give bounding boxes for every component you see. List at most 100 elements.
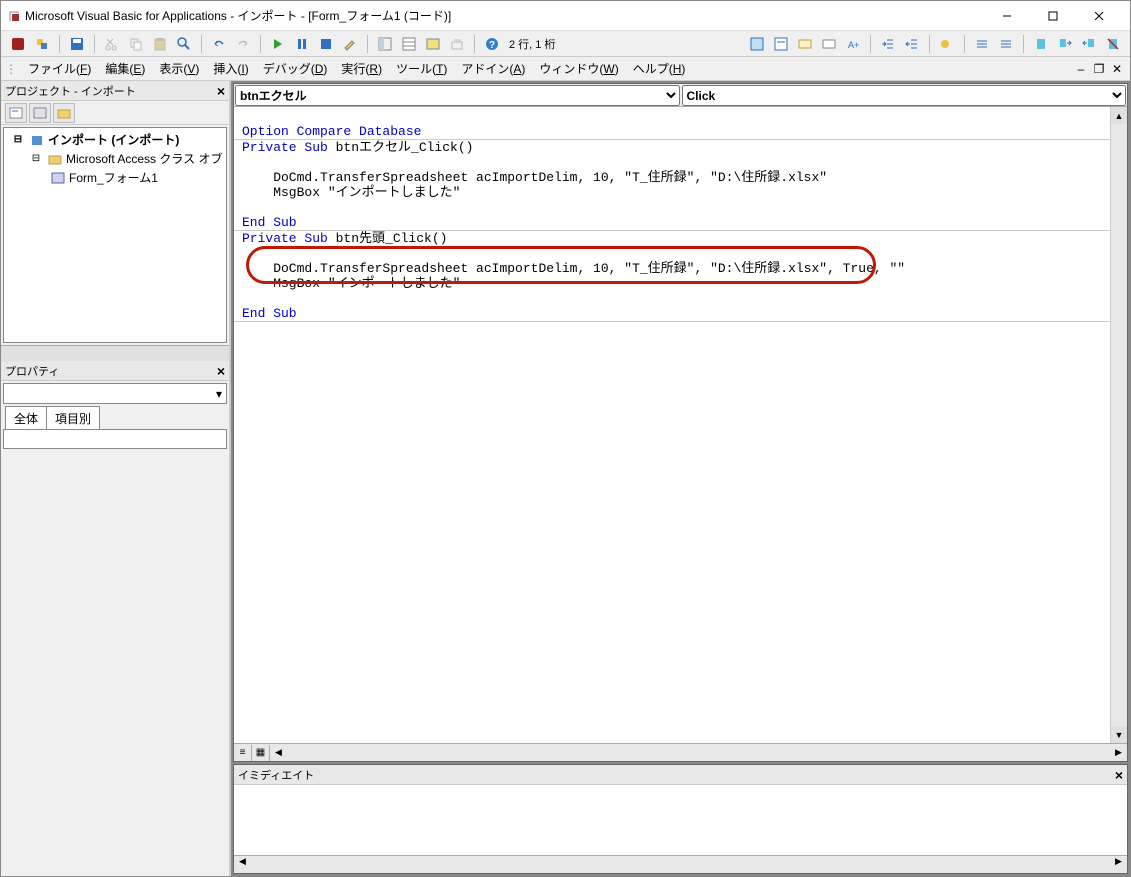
- folder-icon: [47, 152, 63, 166]
- project-explorer-close-button[interactable]: ×: [217, 83, 225, 99]
- project-explorer-button[interactable]: [374, 33, 396, 55]
- quick-info-button[interactable]: [794, 33, 816, 55]
- code-line: Option Compare Database: [242, 124, 421, 139]
- cut-button[interactable]: [101, 33, 123, 55]
- help-button[interactable]: ?: [481, 33, 503, 55]
- code-line: DoCmd.TransferSpreadsheet acImportDelim,…: [242, 170, 827, 185]
- left-blank-area: [1, 451, 229, 876]
- form-module-node[interactable]: Form_フォーム1: [6, 168, 224, 187]
- toggle-folders-button[interactable]: [53, 103, 75, 123]
- object-browser-button[interactable]: [422, 33, 444, 55]
- mdi-restore-button[interactable]: ❐: [1090, 62, 1108, 76]
- menu-debug[interactable]: デバッグ(D): [256, 57, 335, 80]
- properties-tab-alphabetic[interactable]: 全体: [5, 406, 47, 429]
- procedure-combo[interactable]: Click: [682, 85, 1127, 106]
- immediate-close-button[interactable]: ×: [1115, 767, 1123, 783]
- properties-window: プロパティ × ▾ 全体 項目別: [1, 361, 229, 451]
- redo-button[interactable]: [232, 33, 254, 55]
- expand-icon[interactable]: ⊟: [10, 133, 26, 147]
- toolbox-button[interactable]: [446, 33, 468, 55]
- project-root-node[interactable]: ⊟ インポート (インポート): [6, 130, 224, 149]
- bookmark-button[interactable]: [1030, 33, 1052, 55]
- menu-file[interactable]: ファイル(F): [21, 57, 98, 80]
- vertical-scrollbar[interactable]: ▲▼: [1110, 107, 1127, 743]
- properties-header: プロパティ ×: [1, 361, 229, 381]
- mdi-close-button[interactable]: ✕: [1108, 62, 1126, 76]
- project-root-label: インポート (インポート): [48, 131, 179, 148]
- code-window: btnエクセル Click Option Compare Database Pr…: [233, 83, 1128, 762]
- access-view-button[interactable]: [7, 33, 29, 55]
- menu-bar: ⋮ ファイル(F) 編集(E) 表示(V) 挿入(I) デバッグ(D) 実行(R…: [1, 57, 1130, 81]
- menu-edit[interactable]: 編集(E): [98, 57, 152, 80]
- properties-grid[interactable]: [3, 429, 227, 449]
- properties-button[interactable]: [398, 33, 420, 55]
- code-line: End Sub: [242, 215, 297, 230]
- properties-close-button[interactable]: ×: [217, 363, 225, 379]
- outdent-button[interactable]: [901, 33, 923, 55]
- view-code-button[interactable]: [5, 103, 27, 123]
- find-button[interactable]: [173, 33, 195, 55]
- class-folder-node[interactable]: ⊟ Microsoft Access クラス オブ: [6, 149, 224, 168]
- project-explorer-header: プロジェクト - インポート ×: [1, 81, 229, 101]
- list-properties-button[interactable]: [746, 33, 768, 55]
- immediate-title: イミディエイト: [238, 767, 314, 783]
- code-navigator: btnエクセル Click: [234, 84, 1127, 107]
- uncomment-block-button[interactable]: [995, 33, 1017, 55]
- next-bookmark-button[interactable]: [1054, 33, 1076, 55]
- clear-bookmarks-button[interactable]: [1102, 33, 1124, 55]
- project-explorer: プロジェクト - インポート × ⊟ インポート (インポート) ⊟ Micro…: [1, 81, 229, 361]
- list-constants-button[interactable]: [770, 33, 792, 55]
- save-button[interactable]: [66, 33, 88, 55]
- breakpoint-button[interactable]: [936, 33, 958, 55]
- complete-word-button[interactable]: A+: [842, 33, 864, 55]
- minimize-button[interactable]: [984, 2, 1030, 30]
- break-button[interactable]: [291, 33, 313, 55]
- code-line: End Sub: [242, 306, 297, 321]
- project-icon: [29, 133, 45, 147]
- paste-button[interactable]: [149, 33, 171, 55]
- code-editor[interactable]: Option Compare Database Private Sub btnエ…: [234, 107, 1127, 743]
- full-module-view-button[interactable]: ▦: [252, 745, 270, 761]
- form-module-label: Form_フォーム1: [69, 169, 158, 186]
- project-tree[interactable]: ⊟ インポート (インポート) ⊟ Microsoft Access クラス オ…: [3, 127, 227, 343]
- dropdown-icon: ▾: [216, 387, 222, 401]
- standard-toolbar: ? 2 行, 1 桁 A+: [1, 31, 1130, 57]
- menu-tools[interactable]: ツール(T): [389, 57, 454, 80]
- procedure-view-button[interactable]: ≡: [234, 745, 252, 761]
- form-icon: [50, 171, 66, 185]
- immediate-body[interactable]: [234, 785, 1127, 855]
- prev-bookmark-button[interactable]: [1078, 33, 1100, 55]
- properties-object-select[interactable]: ▾: [3, 383, 227, 404]
- project-scrollbar[interactable]: [1, 345, 229, 361]
- horizontal-scrollbar[interactable]: ◀▶: [270, 747, 1127, 758]
- comment-block-button[interactable]: [971, 33, 993, 55]
- properties-tab-categorized[interactable]: 項目別: [47, 406, 100, 429]
- menu-help[interactable]: ヘルプ(H): [626, 57, 693, 80]
- menu-addins[interactable]: アドイン(A): [454, 57, 532, 80]
- insert-module-button[interactable]: [31, 33, 53, 55]
- close-button[interactable]: [1076, 2, 1122, 30]
- code-bottom-bar: ≡ ▦ ◀▶: [234, 743, 1127, 761]
- menu-run[interactable]: 実行(R): [334, 57, 389, 80]
- menu-window[interactable]: ウィンドウ(W): [532, 57, 625, 80]
- mdi-client-area: btnエクセル Click Option Compare Database Pr…: [231, 81, 1130, 876]
- left-panels: プロジェクト - インポート × ⊟ インポート (インポート) ⊟ Micro…: [1, 81, 231, 876]
- properties-tabs: 全体 項目別: [1, 406, 229, 429]
- indent-button[interactable]: [877, 33, 899, 55]
- mdi-minimize-button[interactable]: –: [1072, 62, 1090, 76]
- maximize-button[interactable]: [1030, 2, 1076, 30]
- run-button[interactable]: [267, 33, 289, 55]
- code-line: MsgBox "インポートしました": [242, 276, 460, 291]
- menu-insert[interactable]: 挿入(I): [206, 57, 255, 80]
- object-combo[interactable]: btnエクセル: [235, 85, 680, 106]
- design-mode-button[interactable]: [339, 33, 361, 55]
- undo-button[interactable]: [208, 33, 230, 55]
- parameter-info-button[interactable]: [818, 33, 840, 55]
- immediate-scrollbar[interactable]: ◀▶: [234, 855, 1127, 873]
- reset-button[interactable]: [315, 33, 337, 55]
- title-bar: Microsoft Visual Basic for Applications …: [1, 1, 1130, 31]
- expand-icon[interactable]: ⊟: [28, 152, 44, 166]
- copy-button[interactable]: [125, 33, 147, 55]
- view-object-button[interactable]: [29, 103, 51, 123]
- menu-view[interactable]: 表示(V): [152, 57, 206, 80]
